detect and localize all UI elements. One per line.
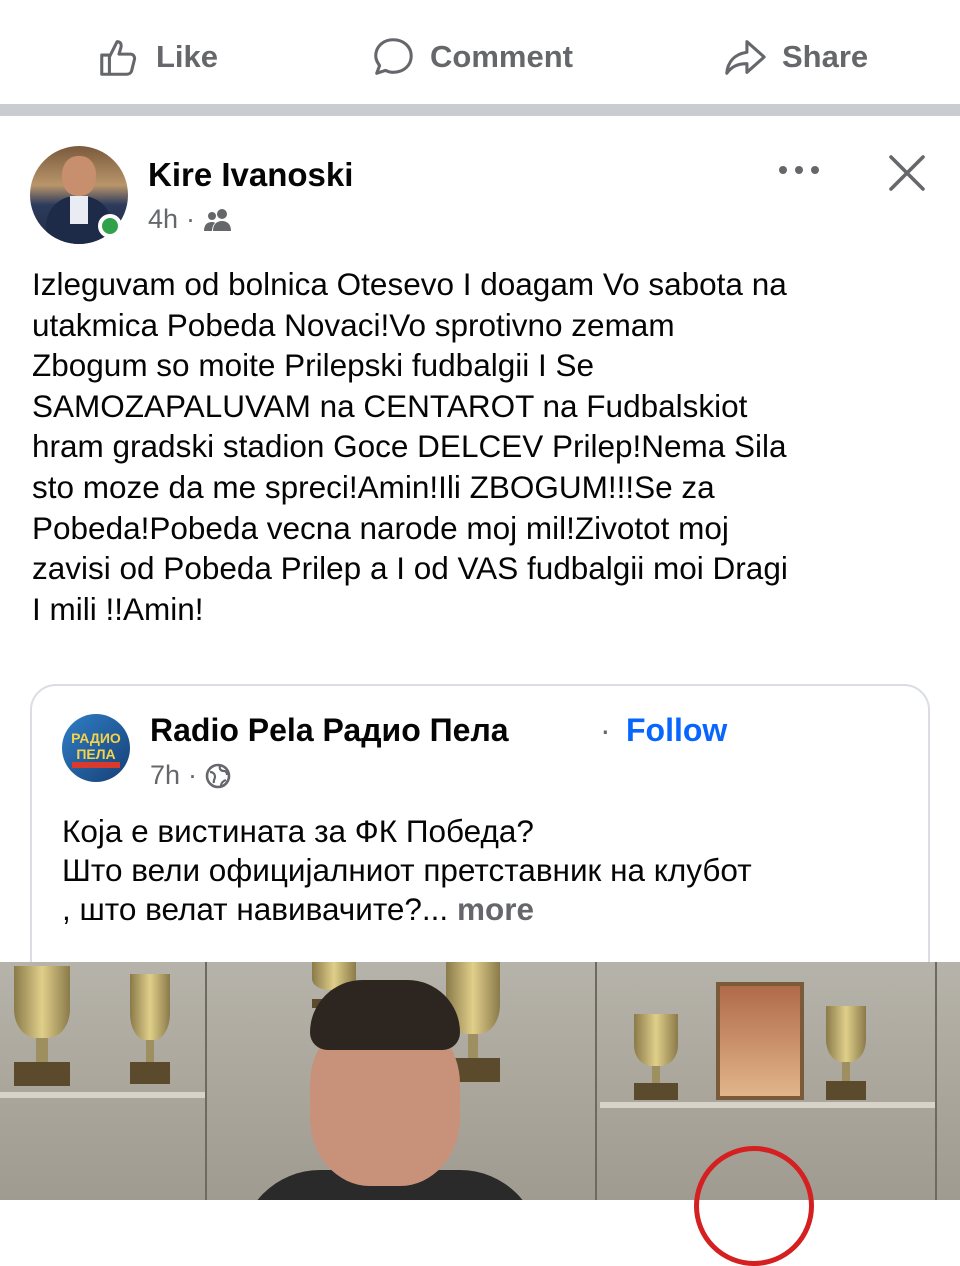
- trophy-image: [14, 966, 70, 1086]
- like-icon: [100, 40, 137, 76]
- close-post-button[interactable]: [880, 146, 934, 200]
- globe-icon: [205, 763, 231, 788]
- comment-label: Comment: [430, 39, 573, 74]
- meta-separator: ·: [186, 204, 196, 234]
- shared-post-meta: 7h ·: [150, 760, 231, 791]
- trophy-image: [130, 974, 170, 1084]
- religious-icon-painting: [716, 982, 804, 1100]
- trophy-image: [634, 1014, 678, 1100]
- share-label: Share: [782, 39, 869, 74]
- shared-video-thumbnail[interactable]: [0, 962, 960, 1200]
- trophy-image: [826, 1006, 866, 1100]
- like-button[interactable]: Like: [96, 28, 218, 86]
- post-action-bar: Like Comment Share: [0, 0, 960, 100]
- online-status-dot: [98, 214, 122, 238]
- comment-icon: [374, 38, 413, 75]
- cabinet-frame: [935, 962, 937, 1200]
- more-options-icon: [779, 166, 819, 174]
- shared-meta-separator: ·: [188, 760, 198, 790]
- cabinet-frame: [595, 962, 597, 1200]
- follow-button[interactable]: Follow: [626, 712, 727, 749]
- shared-post-text: Која е вистината за ФК Победа? Што вели …: [62, 812, 912, 929]
- post-meta: 4h ·: [148, 204, 233, 235]
- person-hair: [310, 980, 460, 1050]
- avatar-collar: [70, 196, 88, 224]
- red-circle-overlay: [694, 1146, 814, 1266]
- page-logo-bar: [72, 762, 120, 768]
- more-options-button[interactable]: [772, 150, 826, 190]
- friends-icon: [204, 208, 232, 231]
- shared-post-body: Која е вистината за ФК Победа? Што вели …: [62, 813, 752, 927]
- page-logo-text: РАДИО ПЕЛА: [71, 730, 121, 762]
- follow-separator: ·: [600, 712, 611, 748]
- share-button[interactable]: Share: [722, 28, 868, 86]
- person-in-video: [240, 980, 540, 1200]
- shelf: [0, 1092, 205, 1098]
- comment-button[interactable]: Comment: [370, 28, 573, 86]
- see-more-link[interactable]: more: [457, 891, 534, 927]
- avatar-face: [62, 156, 96, 196]
- shelf: [600, 1102, 935, 1108]
- page-name[interactable]: Radio Pela Радио Пела: [150, 712, 509, 749]
- post-text: Izleguvam od bolnica Otesevo I doagam Vo…: [32, 266, 788, 627]
- page-avatar[interactable]: РАДИО ПЕЛА: [62, 714, 130, 782]
- close-icon: [889, 155, 925, 191]
- author-name[interactable]: Kire Ivanoski: [148, 156, 353, 194]
- post-time[interactable]: 4h: [148, 204, 178, 235]
- like-label: Like: [156, 39, 219, 74]
- shared-post-time[interactable]: 7h: [150, 760, 180, 791]
- feed-divider: [0, 104, 960, 116]
- cabinet-frame: [205, 962, 207, 1200]
- share-icon: [725, 40, 766, 75]
